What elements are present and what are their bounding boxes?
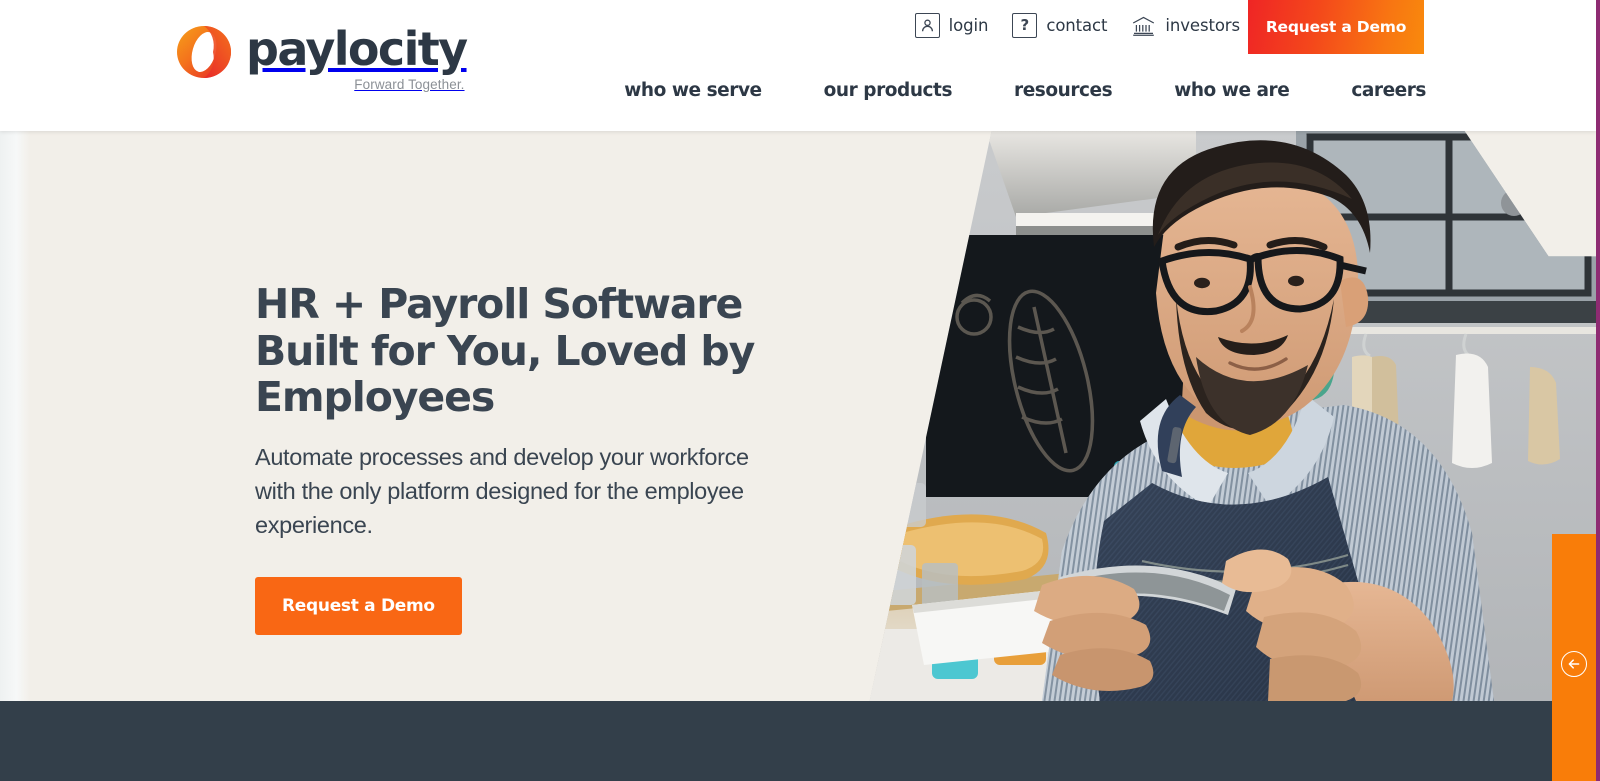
site-header: paylocity Forward Together. login ? cont…: [0, 0, 1596, 131]
nav-item-who-we-are[interactable]: who we are: [1174, 80, 1290, 101]
nav-item-careers[interactable]: careers: [1351, 80, 1426, 101]
logo-wordmark: paylocity: [246, 22, 468, 76]
utility-nav-label-login: login: [948, 16, 989, 35]
slideout-drawer-tab[interactable]: [1552, 534, 1596, 781]
request-demo-button[interactable]: Request a Demo: [255, 576, 462, 635]
logo-tagline: Forward Together.: [354, 77, 465, 92]
utility-nav-item-login[interactable]: login: [914, 13, 989, 38]
page-root: HR + Payroll Software Built for You, Lov…: [0, 0, 1600, 781]
hero-image: [869, 131, 1596, 701]
paylocity-logo-icon: [177, 26, 231, 78]
right-viewport-border: [1596, 0, 1600, 781]
utility-nav: login ? contact investors: [914, 13, 1240, 38]
question-mark-icon: ?: [1012, 13, 1038, 38]
nav-item-resources[interactable]: resources: [1014, 80, 1113, 101]
page-title: HR + Payroll Software Built for You, Lov…: [255, 280, 755, 422]
utility-nav-item-contact[interactable]: ? contact: [1012, 13, 1107, 38]
hero-photo-illustration: [869, 131, 1596, 701]
utility-nav-item-investors[interactable]: investors: [1131, 13, 1240, 38]
hero-subtitle: Automate processes and develop your work…: [255, 444, 749, 538]
bank-icon: [1131, 13, 1156, 38]
nav-item-our-products[interactable]: our products: [824, 80, 953, 101]
question-mark-glyph: ?: [1020, 16, 1030, 34]
paylocity-logo[interactable]: paylocity Forward Together.: [172, 22, 468, 92]
nav-item-who-we-serve[interactable]: who we serve: [624, 80, 762, 101]
header-request-demo-button[interactable]: Request a Demo: [1248, 0, 1424, 54]
hero-section: HR + Payroll Software Built for You, Lov…: [0, 131, 1596, 701]
user-icon: [914, 13, 940, 38]
logo-text-group: paylocity Forward Together.: [246, 22, 468, 92]
utility-nav-label-contact: contact: [1046, 16, 1108, 35]
arrow-left-circle-icon[interactable]: [1561, 651, 1587, 677]
utility-nav-label-investors: investors: [1165, 16, 1240, 35]
hero-copy: HR + Payroll Software Built for You, Lov…: [255, 281, 815, 635]
main-nav: who we serve our products resources who …: [624, 80, 1426, 101]
footer-band: [0, 701, 1596, 781]
